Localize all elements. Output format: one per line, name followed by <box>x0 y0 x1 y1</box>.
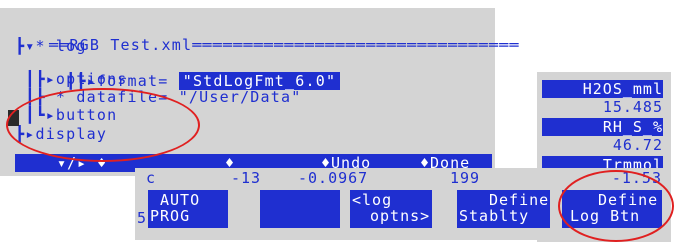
fkey-line2: Log Btn <box>570 207 641 225</box>
row-value-3: 199 <box>450 169 481 187</box>
tree-item-datafile[interactable]: ┃┣ * datafile= "/User/Data" <box>15 88 301 106</box>
var-label-rh: RH_S_% <box>542 118 663 136</box>
window-title: RGB Test.xml <box>69 36 193 54</box>
fkey-blank[interactable] <box>260 190 340 228</box>
fkey-define-log-button[interactable]: Define Log Btn <box>562 190 662 228</box>
fkey-line1: AUTO <box>160 191 201 209</box>
fkey-define-stability[interactable]: Define Stablty <box>457 190 550 228</box>
fkey-line1: <log <box>352 191 393 209</box>
row-number: 5 <box>137 209 148 227</box>
function-key-panel: c -13 -0.0967 199 -1.53 5 AUTO PROG <log… <box>135 168 667 240</box>
row-value-1: -13 <box>231 169 262 187</box>
var-value-trmmol: -1.53 <box>611 169 662 187</box>
fkey-line1: Define <box>489 191 550 209</box>
row-prefix: c <box>146 169 157 187</box>
var-value-rh: 46.72 <box>612 136 663 154</box>
tree-item-log[interactable]: ┣▾* log <box>15 37 87 55</box>
fkey-line2: Stablty <box>459 207 530 225</box>
tree-item-options[interactable]: ┃┣▸options <box>15 70 128 88</box>
fkey-auto-prog[interactable]: AUTO PROG <box>148 190 228 228</box>
tree-item-display[interactable]: ┣▸display <box>15 125 107 143</box>
row-value-2: -0.0967 <box>298 169 369 187</box>
editor-window: ══RGB Test.xml══════════════════════════… <box>0 8 518 176</box>
fkey-line2: PROG <box>150 207 191 225</box>
fkey-line2: optns> <box>370 207 431 225</box>
expand-collapse-hint: ▾/▸ ♦ <box>57 154 108 172</box>
text-cursor <box>8 110 19 126</box>
tree-item-button[interactable]: ┃┗▸button <box>15 106 117 124</box>
var-label-h2os: H2OS_mml <box>542 80 663 98</box>
title-rule-right: ════════════════════════════════ <box>192 36 520 54</box>
fkey-line1: Define <box>598 191 659 209</box>
fkey-log-options[interactable]: <log optns> <box>350 190 432 228</box>
var-value-h2os: 15.485 <box>602 98 663 116</box>
